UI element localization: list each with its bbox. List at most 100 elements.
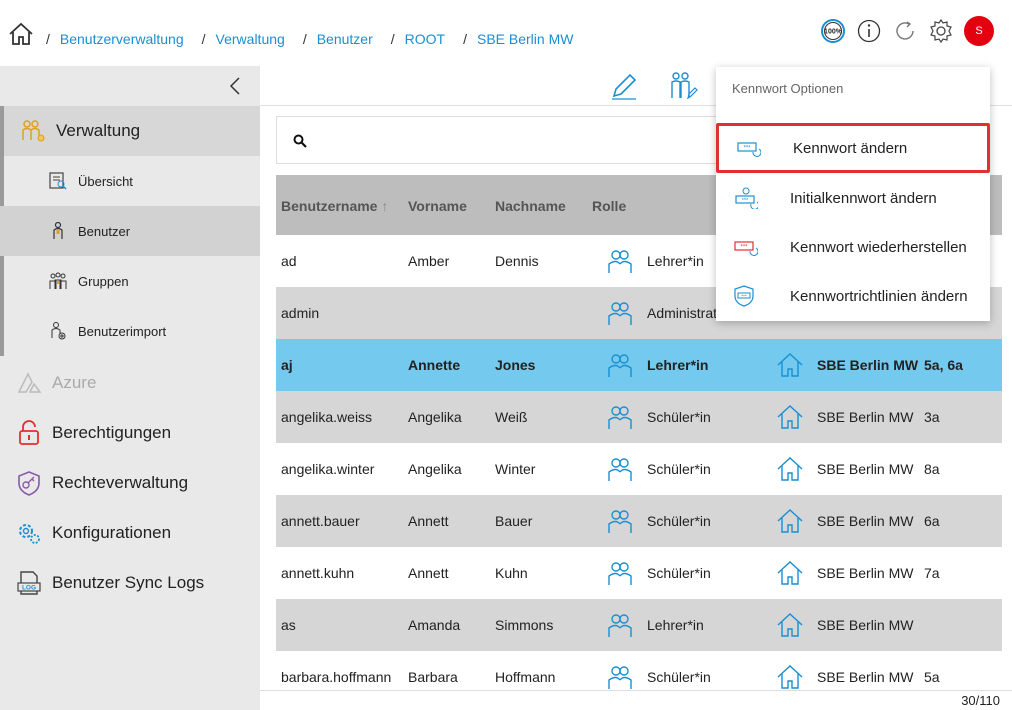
cell-vorname: Annett bbox=[408, 513, 449, 529]
breadcrumb-sbe-berlin-mw[interactable]: SBE Berlin MW bbox=[477, 31, 573, 47]
nav-uebersicht[interactable]: Übersicht bbox=[0, 156, 260, 206]
zoom-button[interactable]: 100% bbox=[820, 18, 846, 44]
lock-icon bbox=[19, 420, 39, 445]
cell-vorname: Barbara bbox=[408, 669, 458, 685]
top-icons: 100% S bbox=[820, 16, 994, 46]
col-benutzername[interactable]: Benutzername ↑ bbox=[281, 198, 388, 214]
cell-organisation: SBE Berlin MW bbox=[817, 461, 914, 477]
nav-konfigurationen[interactable]: Konfigurationen bbox=[0, 508, 260, 558]
cell-vorname: Amber bbox=[408, 253, 450, 269]
cell-klassen: 5a bbox=[924, 669, 940, 685]
avatar[interactable]: S bbox=[964, 16, 994, 46]
table-row[interactable]: annett.kuhn Annett Kuhn Schüler*in SBE Berli… bbox=[276, 547, 1002, 599]
nav-azure[interactable]: Azure bbox=[0, 358, 260, 408]
cell-organisation: SBE Berlin MW bbox=[817, 513, 914, 529]
cell-rolle: Lehrer*in bbox=[647, 617, 704, 633]
info-icon bbox=[857, 19, 881, 43]
menu-item-kennwort-aendern[interactable]: *** Kennwort ändern bbox=[716, 123, 990, 173]
cell-rolle: Lehrer*in bbox=[647, 357, 709, 373]
zoom-icon: 100% bbox=[821, 19, 845, 43]
cell-rolle: Lehrer*in bbox=[647, 253, 704, 269]
user-icon bbox=[53, 221, 63, 239]
svg-text:***: *** bbox=[741, 293, 747, 298]
cell-rolle: Schüler*in bbox=[647, 565, 711, 581]
cell-benutzername: admin bbox=[281, 305, 320, 321]
table-footer: 30/110 bbox=[260, 690, 1012, 710]
cell-vorname: Annett bbox=[408, 565, 449, 581]
organization-home-icon bbox=[776, 455, 804, 483]
table-row[interactable]: angelika.winter Angelika Winter Schüler*in S… bbox=[276, 443, 1002, 495]
organization-home-icon bbox=[776, 611, 804, 639]
refresh-button[interactable] bbox=[892, 18, 918, 44]
cell-nachname: Weiß bbox=[495, 409, 528, 425]
menu-item-kennwort-wiederherstellen[interactable]: *** Kennwort wiederherstellen bbox=[716, 222, 990, 272]
col-vorname[interactable]: Vorname bbox=[408, 198, 467, 214]
cell-nachname: Simmons bbox=[495, 617, 554, 633]
password-field-icon: *** bbox=[737, 142, 761, 157]
table-row[interactable]: as Amanda Simmons Lehrer*in SBE Berlin MW bbox=[276, 599, 1002, 651]
search-icon bbox=[293, 134, 307, 148]
cell-benutzername: annett.bauer bbox=[281, 513, 360, 529]
nav-verwaltung[interactable]: Verwaltung bbox=[0, 106, 260, 156]
organization-home-icon bbox=[776, 663, 804, 691]
cell-klassen: 8a bbox=[924, 461, 940, 477]
breadcrumb-benutzerverwaltung[interactable]: Benutzerverwaltung bbox=[60, 31, 184, 47]
cell-benutzername: barbara.hoffmann bbox=[281, 669, 392, 685]
cell-organisation: SBE Berlin MW bbox=[817, 617, 914, 633]
svg-text:***: *** bbox=[740, 245, 748, 251]
nav-berechtigungen[interactable]: Berechtigungen bbox=[0, 408, 260, 458]
nav-benutzer-sync-logs[interactable]: LOG Benutzer Sync Logs bbox=[0, 558, 260, 608]
collapse-sidebar-icon[interactable] bbox=[226, 76, 246, 96]
nav-benutzer[interactable]: Benutzer bbox=[0, 206, 260, 256]
cell-organisation: SBE Berlin MW bbox=[817, 565, 914, 581]
role-icon bbox=[606, 455, 634, 483]
table-row[interactable]: angelika.weiss Angelika Weiß Schüler*in SBE … bbox=[276, 391, 1002, 443]
cell-nachname: Dennis bbox=[495, 253, 539, 269]
azure-icon bbox=[17, 372, 42, 393]
col-nachname[interactable]: Nachname bbox=[495, 198, 566, 214]
breadcrumb-benutzer[interactable]: Benutzer bbox=[317, 31, 373, 47]
cell-vorname: Angelika bbox=[408, 461, 462, 477]
home-icon[interactable] bbox=[8, 22, 34, 46]
svg-text:***: *** bbox=[743, 146, 751, 152]
top-bar: / Benutzerverwaltung / Verwaltung / Benutze… bbox=[0, 0, 1012, 66]
cell-organisation: SBE Berlin MW bbox=[817, 669, 914, 685]
role-icon bbox=[606, 663, 634, 691]
table-row[interactable]: annett.bauer Annett Bauer Schüler*in SBE Ber… bbox=[276, 495, 1002, 547]
initial-password-icon: *** bbox=[735, 187, 758, 209]
cell-vorname: Annette bbox=[408, 357, 461, 373]
organization-home-icon bbox=[776, 403, 804, 431]
cell-nachname: Hoffmann bbox=[495, 669, 556, 685]
cell-klassen: 6a bbox=[924, 513, 940, 529]
breadcrumb-verwaltung[interactable]: Verwaltung bbox=[216, 31, 285, 47]
nav-rechteverwaltung[interactable]: Rechteverwaltung bbox=[0, 458, 260, 508]
cell-nachname: Bauer bbox=[495, 513, 533, 529]
menu-item-kennwortrichtlinien-aendern[interactable]: *** Kennwortrichtlinien ändern bbox=[716, 271, 990, 321]
settings-button[interactable] bbox=[928, 18, 954, 44]
breadcrumb-root[interactable]: ROOT bbox=[405, 31, 445, 47]
role-icon bbox=[606, 403, 634, 431]
shield-key-icon bbox=[18, 471, 40, 496]
role-icon bbox=[606, 559, 634, 587]
cell-benutzername: aj bbox=[281, 357, 293, 373]
nav-gruppen[interactable]: Gruppen bbox=[0, 256, 260, 306]
edit-users-icon[interactable] bbox=[666, 70, 698, 102]
edit-pencil-icon[interactable] bbox=[608, 70, 640, 102]
cell-rolle: Schüler*in bbox=[647, 669, 711, 685]
cell-organisation: SBE Berlin MW bbox=[817, 357, 919, 373]
svg-text:100%: 100% bbox=[824, 29, 843, 36]
info-button[interactable] bbox=[856, 18, 882, 44]
restore-password-icon: *** bbox=[734, 241, 758, 256]
role-icon bbox=[606, 611, 634, 639]
cell-vorname: Amanda bbox=[408, 617, 461, 633]
col-rolle[interactable]: Rolle bbox=[592, 198, 626, 214]
cell-nachname: Jones bbox=[495, 357, 536, 373]
menu-item-initialkennwort-aendern[interactable]: *** Initialkennwort ändern bbox=[716, 173, 990, 223]
cell-rolle: Schüler*in bbox=[647, 461, 711, 477]
organization-home-icon bbox=[776, 351, 804, 379]
search-box[interactable] bbox=[276, 116, 726, 164]
svg-text:LOG: LOG bbox=[22, 585, 36, 592]
sidebar: Verwaltung Übersicht Benutzer Gruppen Be… bbox=[0, 66, 260, 710]
nav-benutzerimport[interactable]: Benutzerimport bbox=[0, 306, 260, 356]
table-row[interactable]: aj Annette Jones Lehrer*in SBE Berlin MW 5a, … bbox=[276, 339, 1002, 391]
